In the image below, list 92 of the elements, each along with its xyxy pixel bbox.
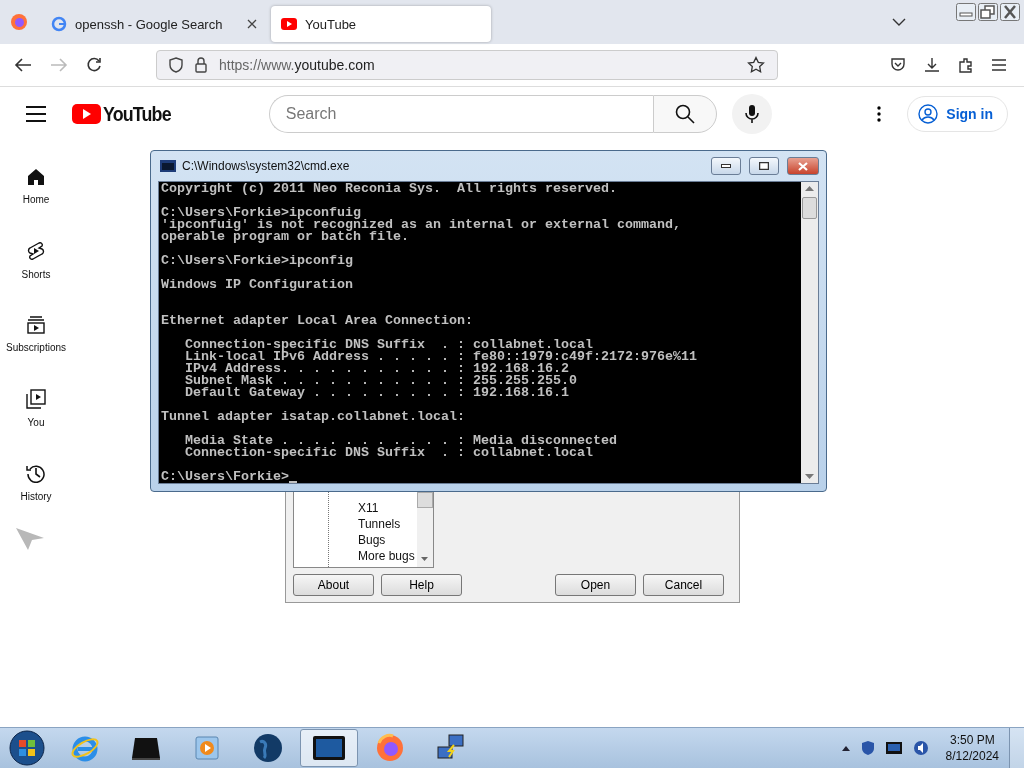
tree-item[interactable]: More bugs — [358, 548, 415, 564]
google-icon — [51, 16, 67, 32]
mouse-pointer-icon — [15, 527, 45, 551]
globe-icon — [253, 733, 283, 763]
firefox-icon — [375, 733, 405, 763]
console-icon — [160, 160, 176, 172]
minimize-icon[interactable] — [956, 3, 976, 21]
logo-text[interactable]: YouTube — [103, 102, 171, 126]
tree-item[interactable]: Bugs — [358, 532, 386, 548]
microphone-icon — [744, 104, 759, 124]
scroll-down-icon[interactable] — [421, 557, 428, 561]
sidebar-item[interactable]: You — [0, 371, 72, 445]
sidebar-item[interactable]: Home — [0, 149, 72, 223]
more-icon[interactable] — [877, 106, 882, 122]
back-icon[interactable] — [14, 57, 32, 73]
dialog-button[interactable]: Cancel — [643, 574, 724, 596]
console-line: Connection-specific DNS Suffix . : collabnet.local — [184, 339, 593, 351]
console-line: Link-local IPv6 Address . . . . . : fe80::1979:c49f:2172:976e%11 — [184, 351, 698, 363]
maximize-icon — [759, 162, 769, 170]
minimize-icon — [721, 164, 731, 168]
taskbar-button[interactable] — [300, 729, 358, 767]
restore-icon[interactable] — [978, 3, 998, 21]
close-button[interactable] — [787, 157, 819, 175]
close-icon[interactable] — [1000, 3, 1020, 21]
start-button[interactable] — [9, 730, 45, 766]
console-line: Default Gateway . . . . . . . . . : 192.168.16.1 — [184, 387, 570, 399]
scroll-thumb[interactable] — [417, 492, 433, 508]
scrollbar[interactable] — [417, 492, 433, 567]
microphone-button[interactable] — [731, 94, 772, 134]
console-icon — [313, 736, 345, 760]
scroll-up-icon[interactable] — [805, 186, 814, 191]
console-line: operable program or batch file. — [161, 231, 410, 243]
scroll-thumb[interactable] — [802, 197, 817, 219]
close-icon — [798, 161, 808, 171]
play-logo-icon — [281, 18, 297, 30]
home-icon — [27, 167, 45, 186]
show-hidden-icons-icon[interactable] — [841, 745, 850, 751]
chevron-down-icon[interactable] — [892, 18, 906, 26]
shorts-icon — [27, 240, 45, 261]
search-button[interactable] — [652, 95, 717, 133]
media-player-icon — [194, 735, 220, 761]
sign-in-button[interactable]: Sign in — [907, 96, 1008, 132]
scrollbar[interactable] — [801, 182, 818, 483]
console-line: Media State . . . . . . . . . . . : Media disconnected — [184, 435, 618, 447]
dialog-button[interactable]: Help — [381, 574, 462, 596]
reload-icon[interactable] — [86, 57, 102, 73]
console-line: Windows IP Configuration — [161, 279, 354, 291]
address-bar[interactable]: https://www.youtube.com — [156, 50, 778, 80]
lock-icon[interactable] — [195, 57, 207, 73]
console-line: C:\Users\Forkie>ipconfuig — [161, 207, 361, 219]
console-line: Ethernet adapter Local Area Connection: — [161, 315, 474, 327]
volume-icon[interactable] — [912, 740, 929, 756]
sidebar-item[interactable]: History — [0, 445, 72, 519]
window-title: C:\Windows\system32\cmd.exe — [182, 159, 350, 173]
subscriptions-icon — [26, 315, 46, 334]
console-line: 'ipconfuig' is not recognized as an internal or external command, — [161, 219, 682, 231]
drive-icon — [131, 735, 161, 761]
firefox-icon[interactable] — [10, 13, 28, 31]
maximize-button[interactable] — [749, 157, 779, 175]
browser-tab[interactable]: openssh - Google Search — [41, 6, 267, 42]
sidebar-item[interactable]: Subscriptions — [0, 297, 72, 371]
dialog-button[interactable]: About — [293, 574, 374, 596]
console-line: C:\Users\Forkie>ipconfig — [161, 255, 354, 267]
dialog-button[interactable]: Open — [555, 574, 636, 596]
search-icon — [674, 104, 695, 124]
browser-tab[interactable]: YouTube — [271, 6, 491, 42]
download-icon[interactable] — [924, 57, 940, 73]
clock[interactable]: 3:50 PM 8/12/2024 — [945, 732, 999, 764]
tree-item[interactable]: Tunnels — [358, 516, 401, 532]
console-line: IPv4 Address. . . . . . . . . . . : 192.168.16.2 — [184, 363, 569, 375]
puzzle-icon[interactable] — [958, 57, 974, 73]
menu-icon[interactable] — [26, 106, 46, 122]
console-line: Copyright (c) 2011 Neo Reconia Sys. All rights reserved. — [161, 183, 618, 195]
scroll-down-icon[interactable] — [805, 474, 814, 479]
text-cursor — [289, 481, 297, 483]
shield-icon[interactable] — [860, 740, 875, 756]
console-line: Tunnel adapter isatap.collabnet.local: — [161, 411, 466, 423]
console-line: Subnet Mask . . . . . . . . . . . : 255.255.255.0 — [184, 375, 578, 387]
close-icon[interactable] — [247, 19, 257, 29]
minimize-button[interactable] — [711, 157, 741, 175]
star-icon[interactable] — [747, 56, 765, 74]
monitor-icon[interactable] — [885, 742, 902, 754]
shield-icon[interactable] — [169, 57, 183, 73]
console-line: Connection-specific DNS Suffix . : collabnet.local — [184, 447, 594, 459]
tree-item[interactable]: X11 — [358, 500, 379, 516]
search-field[interactable]: Search — [268, 95, 653, 133]
console-prompt[interactable]: C:\Users\Forkie> — [161, 471, 289, 483]
pocket-icon[interactable] — [890, 57, 906, 73]
user-icon — [918, 104, 939, 124]
play-logo-icon[interactable] — [72, 104, 101, 124]
library-icon — [26, 388, 46, 409]
sidebar-item[interactable]: Shorts — [0, 223, 72, 297]
